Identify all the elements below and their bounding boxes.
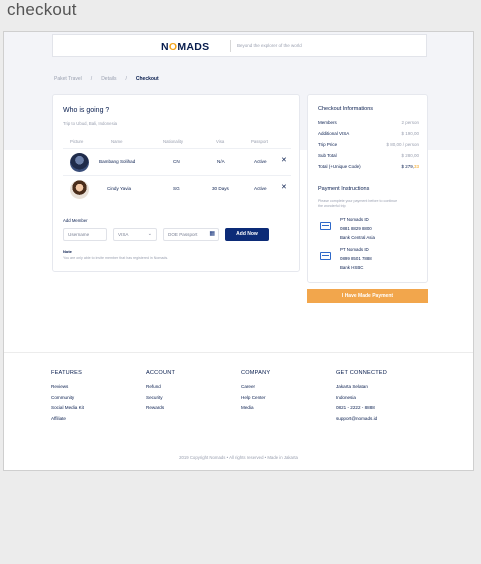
footer-link[interactable]: Community bbox=[51, 393, 84, 404]
page-heading: checkout bbox=[7, 0, 77, 19]
footer-column-features: FEATURES Reviews Community Social Media … bbox=[51, 370, 84, 424]
account-number: 0881 8829 8800 bbox=[340, 226, 372, 231]
breadcrumb-item[interactable]: Paket Travel bbox=[54, 76, 82, 82]
logo[interactable]: NOMADS bbox=[161, 41, 209, 53]
bank-card-icon bbox=[320, 252, 331, 260]
footer-heading: FEATURES bbox=[51, 370, 83, 376]
footer-link[interactable]: Help Center bbox=[241, 393, 270, 404]
col-picture: Picture bbox=[70, 139, 84, 144]
footer-link[interactable]: Reviews bbox=[51, 382, 84, 393]
breadcrumb-item[interactable]: Details bbox=[101, 76, 116, 82]
col-visa: Visa bbox=[216, 139, 225, 144]
checkout-row: Trip Price $ 80,00 / person bbox=[318, 142, 419, 147]
footer-column-company: COMPANY Career Help Center Media bbox=[241, 370, 270, 414]
footer-link: Jakarta Selatan bbox=[336, 384, 368, 389]
footer-link[interactable]: 0821 - 2222 - 8888 bbox=[336, 403, 387, 414]
close-icon[interactable]: ✕ bbox=[281, 157, 287, 164]
traveler-nationality: CN bbox=[173, 159, 180, 164]
footer-link: Indonesia bbox=[336, 394, 356, 400]
copyright: 2019 Copyright Nomads • All rights reser… bbox=[179, 455, 298, 460]
traveler-passport: Active bbox=[254, 186, 267, 191]
doe-passport-input[interactable]: DOE Passport ▦ bbox=[163, 228, 219, 241]
footer-link[interactable]: Career bbox=[241, 382, 270, 393]
footer-heading: COMPANY bbox=[241, 370, 271, 376]
payment-done-button[interactable]: I Have Made Payment bbox=[307, 289, 428, 303]
footer-link[interactable]: Affiliate bbox=[51, 414, 84, 425]
traveler-name: Bambang Solihad bbox=[99, 159, 136, 164]
travelers-title: Who is going ? bbox=[63, 107, 110, 114]
checkout-row: Members 2 person bbox=[318, 120, 419, 125]
avatar bbox=[70, 180, 89, 199]
account-number: 0899 8501 7888 bbox=[340, 256, 372, 261]
calendar-icon[interactable]: ▦ bbox=[209, 229, 215, 240]
account-bank: Bank Central Asia bbox=[340, 235, 375, 240]
footer-divider bbox=[4, 352, 473, 353]
bank-card-icon bbox=[320, 222, 331, 230]
add-member-label: Add Member bbox=[63, 218, 88, 223]
row-divider bbox=[63, 175, 291, 176]
navbar: NOMADS Beyond the explorer of the world bbox=[52, 34, 427, 57]
note-text: You are only able to invite member that … bbox=[63, 256, 169, 260]
payment-description: Please complete your payment before to c… bbox=[318, 199, 398, 208]
checkout-row: Additional VISA $ 190,00 bbox=[318, 131, 419, 136]
navbar-divider bbox=[230, 40, 231, 52]
col-passport: Passport bbox=[251, 139, 268, 144]
travelers-card: Who is going ? Trip to Ubud, Bali, Indon… bbox=[52, 94, 300, 272]
footer-link[interactable]: Social Media Kit bbox=[51, 403, 84, 414]
traveler-visa: 30 Days bbox=[212, 186, 229, 191]
checkout-row: Sub Total $ 280,00 bbox=[318, 153, 419, 158]
account-bank: Bank HSBC bbox=[340, 265, 364, 270]
traveler-nationality: SG bbox=[173, 186, 180, 191]
footer-column-account: ACCOUNT Refund Security Rewards bbox=[146, 370, 175, 414]
payment-title: Payment Instructions bbox=[318, 186, 370, 192]
footer-heading: GET CONNECTED bbox=[336, 370, 387, 376]
checkout-total: Total (+Unique Code) $ 279,33 bbox=[318, 164, 419, 169]
checkout-title: Checkout Informations bbox=[318, 106, 374, 112]
account-name: PT Nomads ID bbox=[340, 217, 369, 222]
browser-frame: NOMADS Beyond the explorer of the world … bbox=[3, 31, 474, 471]
tagline: Beyond the explorer of the world bbox=[237, 43, 302, 48]
traveler-passport: Active bbox=[254, 159, 267, 164]
trip-subtitle: Trip to Ubud, Bali, Indonesia bbox=[63, 121, 118, 126]
breadcrumb: Paket Travel / Details / Checkout bbox=[54, 76, 159, 82]
username-input[interactable]: Username bbox=[63, 228, 107, 241]
account-name: PT Nomads ID bbox=[340, 247, 369, 252]
add-now-button[interactable]: Add Now bbox=[225, 228, 269, 241]
checkout-card: Checkout Informations Members 2 person Ad… bbox=[307, 94, 428, 283]
footer-link[interactable]: Security bbox=[146, 393, 175, 404]
close-icon[interactable]: ✕ bbox=[281, 184, 287, 191]
footer-column-connect: GET CONNECTED Jakarta Selatan Indonesia … bbox=[336, 370, 387, 424]
visa-select[interactable]: VISA ⌄ bbox=[113, 228, 157, 241]
traveler-visa: N/A bbox=[217, 159, 225, 164]
breadcrumb-item-active: Checkout bbox=[135, 76, 159, 82]
traveler-name: Cindy Yavia bbox=[107, 186, 132, 191]
footer-link[interactable]: Rewards bbox=[146, 403, 175, 414]
footer-link[interactable]: support@nomads.id bbox=[336, 414, 387, 425]
note-title: Note bbox=[63, 249, 72, 254]
chevron-down-icon: ⌄ bbox=[147, 231, 152, 237]
avatar bbox=[70, 153, 89, 172]
col-nationality: Nationality bbox=[163, 139, 184, 144]
footer-link[interactable]: Refund bbox=[146, 382, 175, 393]
row-divider bbox=[63, 148, 291, 149]
footer-heading: ACCOUNT bbox=[146, 370, 176, 376]
col-name: Name bbox=[111, 139, 123, 144]
footer-link[interactable]: Media bbox=[241, 403, 270, 414]
